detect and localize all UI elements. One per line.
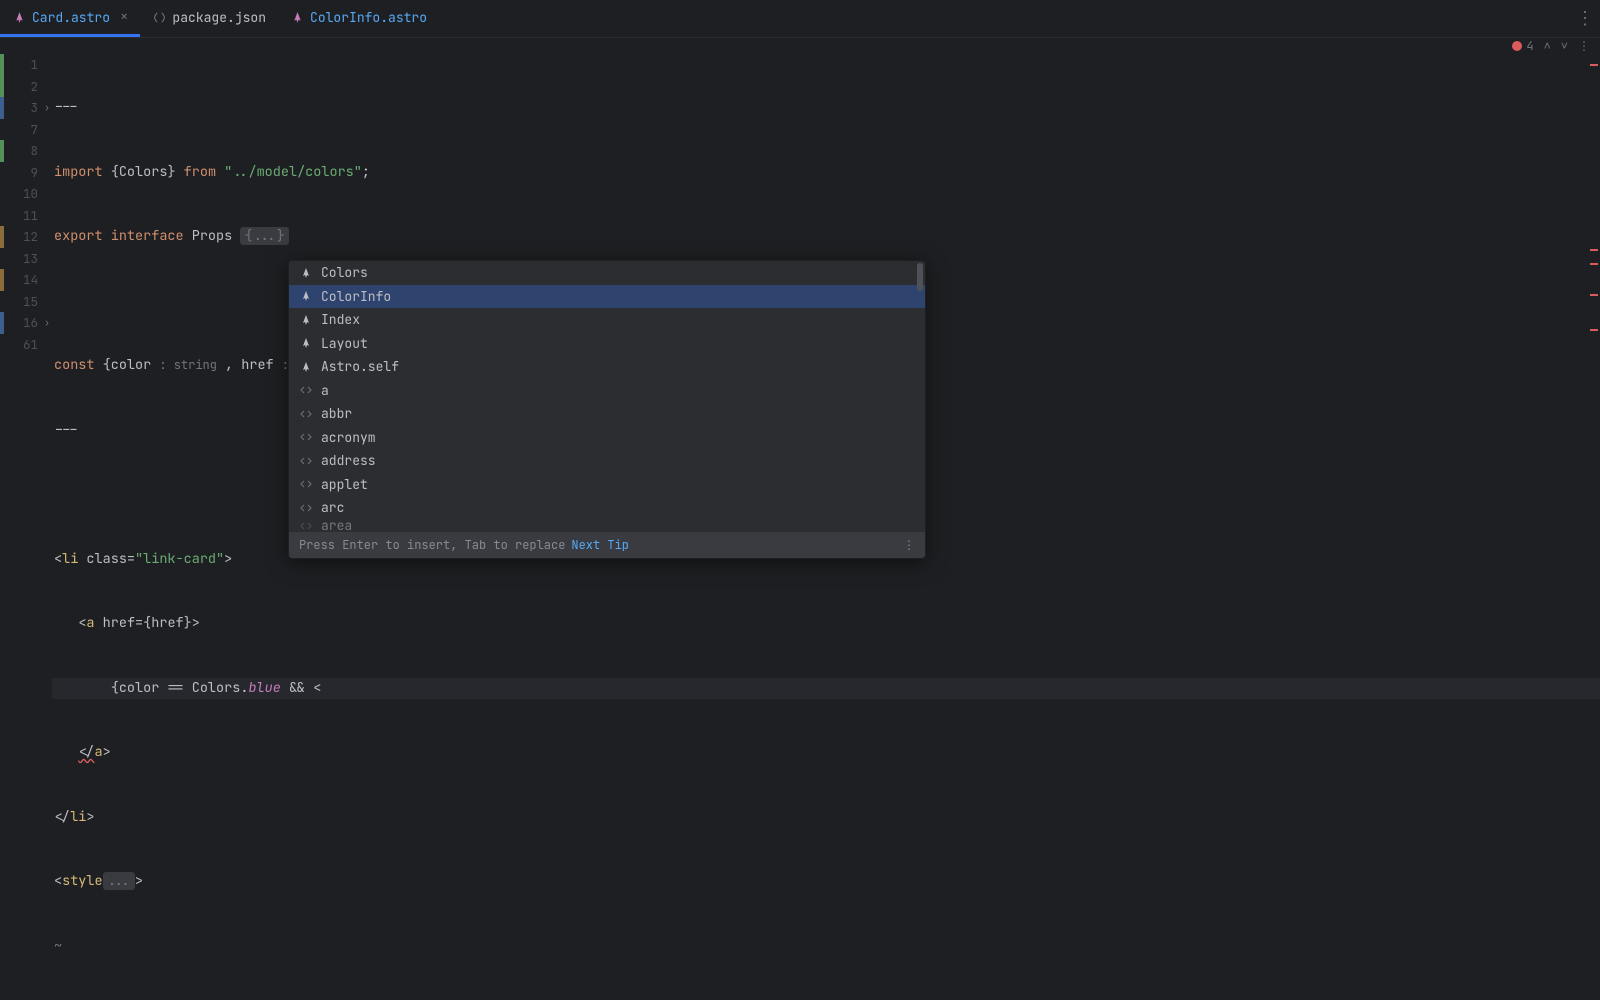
error-count: 4 — [1526, 38, 1533, 54]
astro-icon — [299, 266, 313, 280]
tab-bar-spacer — [439, 0, 1570, 37]
folded-region[interactable]: {...} — [240, 227, 289, 245]
prev-highlight-button[interactable]: ˄ — [1544, 38, 1551, 54]
autocomplete-item[interactable]: applet — [289, 473, 925, 497]
tag-icon — [299, 477, 313, 491]
error-stripe[interactable] — [1588, 54, 1600, 800]
astro-icon — [299, 289, 313, 303]
tab-label: Card.astro — [32, 9, 110, 26]
tab-label: ColorInfo.astro — [310, 9, 427, 26]
autocomplete-item[interactable]: abbr — [289, 402, 925, 426]
gutter: 1 2 3› 7 8 9 10 11 12 13 14 15 16› 61 — [0, 54, 46, 800]
autocomplete-options-button[interactable]: ⋮ — [903, 537, 915, 553]
autocomplete-item[interactable]: address — [289, 449, 925, 473]
autocomplete-item[interactable]: Colors — [289, 261, 925, 285]
astro-icon — [12, 10, 26, 24]
status-options-button[interactable]: ⋮ — [1578, 38, 1590, 54]
astro-icon — [299, 336, 313, 350]
tag-icon — [299, 454, 313, 468]
tag-icon — [299, 501, 313, 515]
tab-bar: Card.astro × package.json ColorInfo.astr… — [0, 0, 1600, 38]
folded-region[interactable]: ... — [103, 872, 135, 890]
tag-icon — [299, 407, 313, 421]
error-icon — [1512, 41, 1522, 51]
astro-icon — [290, 10, 304, 24]
astro-icon — [299, 313, 313, 327]
tab-options-button[interactable]: ⋮ — [1570, 0, 1600, 37]
tab-package-json[interactable]: package.json — [140, 0, 278, 37]
autocomplete-scrollbar[interactable] — [917, 263, 923, 291]
error-indicator[interactable]: 4 — [1512, 38, 1533, 54]
autocomplete-item[interactable]: arc — [289, 496, 925, 520]
autocomplete-popup: Colors ColorInfo Index Layout Astro.self… — [288, 260, 926, 559]
next-tip-link[interactable]: Next Tip — [571, 537, 629, 553]
json-icon — [152, 10, 166, 24]
autocomplete-item[interactable]: Index — [289, 308, 925, 332]
close-icon[interactable]: × — [120, 8, 128, 26]
tab-label: package.json — [172, 9, 266, 26]
autocomplete-item[interactable]: a — [289, 379, 925, 403]
tag-icon — [299, 430, 313, 444]
autocomplete-item[interactable]: Layout — [289, 332, 925, 356]
astro-icon — [299, 360, 313, 374]
tab-colorinfo-astro[interactable]: ColorInfo.astro — [278, 0, 439, 37]
autocomplete-item[interactable]: Astro.self — [289, 355, 925, 379]
autocomplete-footer: Press Enter to insert, Tab to replace Ne… — [289, 532, 925, 558]
tab-card-astro[interactable]: Card.astro × — [0, 0, 140, 37]
autocomplete-list[interactable]: Colors ColorInfo Index Layout Astro.self… — [289, 261, 925, 532]
autocomplete-item[interactable]: area — [289, 520, 925, 532]
autocomplete-item[interactable]: ColorInfo — [289, 285, 925, 309]
autocomplete-item[interactable]: acronym — [289, 426, 925, 450]
tag-icon — [299, 383, 313, 397]
tag-icon — [299, 520, 313, 532]
next-highlight-button[interactable]: ˅ — [1561, 38, 1568, 54]
editor-status-strip: 4 ˄ ˅ ⋮ — [0, 38, 1600, 54]
autocomplete-hint: Press Enter to insert, Tab to replace — [299, 537, 565, 553]
